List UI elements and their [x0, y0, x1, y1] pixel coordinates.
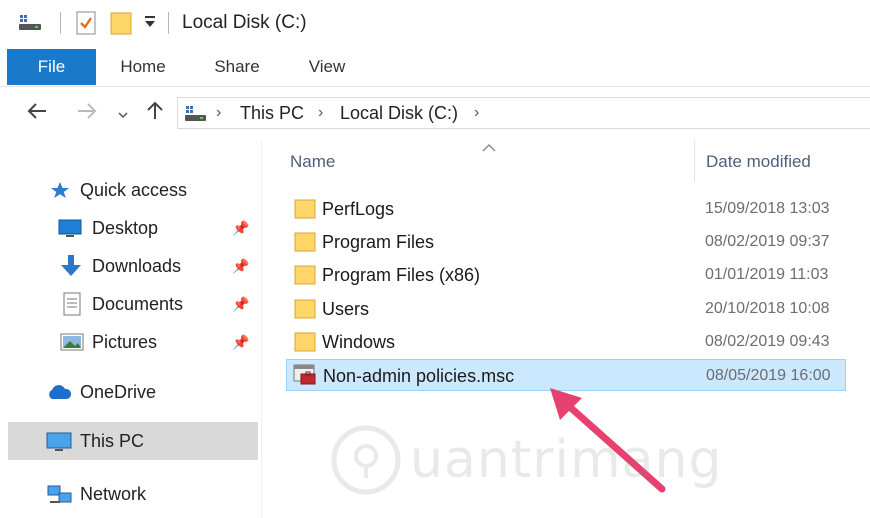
file-name: Users — [322, 299, 370, 319]
star-icon — [50, 181, 70, 204]
recent-locations-button[interactable] — [114, 100, 132, 128]
window-title: Local Disk (C:) — [182, 12, 307, 33]
pin-icon[interactable]: 📌 — [232, 296, 249, 313]
file-name: Program Files — [322, 232, 435, 252]
sidebar-item-downloads[interactable]: Downloads 📌 — [50, 248, 262, 284]
breadcrumb-this-pc[interactable]: This PC — [240, 102, 304, 124]
pictures-icon — [60, 332, 84, 357]
up-arrow-icon — [147, 101, 163, 119]
sidebar-item-label: OneDrive — [80, 382, 157, 402]
download-arrow-icon — [60, 254, 82, 283]
cloud-icon — [46, 384, 72, 405]
title-bar: Local Disk (C:) — [0, 0, 870, 46]
sidebar-item-label: Downloads — [92, 256, 182, 276]
forward-button[interactable] — [72, 100, 102, 128]
pin-icon[interactable]: 📌 — [232, 334, 249, 351]
breadcrumb-separator-icon[interactable]: › — [474, 102, 479, 124]
list-item[interactable]: Program Files (x86) 01/01/2019 11:03 — [286, 259, 846, 291]
column-divider[interactable] — [694, 140, 695, 182]
file-name: Windows — [322, 332, 396, 352]
sidebar-item-label: Desktop — [92, 218, 159, 238]
folder-icon — [294, 265, 316, 285]
msc-console-icon — [293, 364, 316, 385]
navigation-pane: Quick access Desktop 📌 Downloads 📌 Docum… — [0, 140, 262, 518]
address-bar[interactable]: › This PC › Local Disk (C:) › — [177, 97, 870, 129]
sidebar-item-documents[interactable]: Documents 📌 — [50, 286, 262, 322]
sidebar-item-label: Quick access — [80, 180, 188, 200]
file-date: 08/02/2019 09:37 — [705, 233, 830, 250]
back-arrow-icon — [27, 103, 46, 119]
ribbon-tabs: File Home Share View — [0, 49, 870, 87]
network-icon — [46, 484, 74, 511]
new-folder-icon[interactable] — [110, 11, 132, 40]
sidebar-item-label: This PC — [80, 431, 145, 451]
file-date: 01/01/2019 11:03 — [705, 266, 829, 283]
chevron-down-icon — [118, 112, 128, 119]
computer-icon — [46, 431, 72, 458]
file-name: Program Files (x86) — [322, 265, 481, 285]
breadcrumb-local-disk[interactable]: Local Disk (C:) — [340, 102, 458, 124]
file-date: 15/09/2018 13:03 — [705, 200, 830, 217]
drive-icon[interactable] — [18, 11, 44, 38]
sidebar-item-desktop[interactable]: Desktop 📌 — [50, 210, 262, 246]
folder-icon — [294, 299, 316, 319]
back-button[interactable] — [22, 100, 52, 128]
breadcrumb-separator-icon[interactable]: › — [216, 102, 221, 124]
file-name: Non-admin policies.msc — [323, 366, 515, 386]
folder-icon — [294, 332, 316, 352]
sidebar-item-this-pc[interactable]: This PC — [8, 422, 258, 460]
file-date: 08/02/2019 09:43 — [705, 333, 830, 350]
sidebar-item-network[interactable]: Network — [40, 476, 240, 512]
sidebar-item-onedrive[interactable]: OneDrive — [40, 374, 240, 410]
tab-view[interactable]: View — [292, 49, 362, 85]
desktop-icon — [58, 218, 82, 243]
watermark-logo-icon — [331, 425, 401, 495]
file-date: 20/10/2018 10:08 — [705, 300, 830, 317]
documents-icon — [62, 292, 82, 321]
column-header-date-modified[interactable]: Date modified — [706, 152, 811, 172]
properties-icon[interactable] — [76, 11, 96, 40]
sidebar-item-pictures[interactable]: Pictures 📌 — [50, 324, 262, 360]
title-separator — [168, 12, 169, 34]
list-item[interactable]: Users 20/10/2018 10:08 — [286, 293, 846, 325]
watermark-text: uantrimang — [410, 430, 723, 490]
breadcrumb-separator-icon[interactable]: › — [318, 102, 323, 124]
customize-dropdown-icon[interactable] — [144, 15, 156, 34]
forward-arrow-icon — [78, 103, 97, 119]
sidebar-item-label: Documents — [92, 294, 184, 314]
sidebar-item-quick-access[interactable]: Quick access — [40, 172, 240, 208]
drive-icon — [184, 103, 208, 128]
pin-icon[interactable]: 📌 — [232, 258, 249, 275]
watermark: uantrimang — [330, 420, 721, 500]
title-separator — [60, 12, 61, 34]
file-name: PerfLogs — [322, 199, 395, 219]
tab-file[interactable]: File — [7, 49, 96, 85]
sort-ascending-icon — [482, 140, 496, 155]
up-button[interactable] — [142, 100, 168, 128]
sidebar-item-label: Pictures — [92, 332, 158, 352]
pin-icon[interactable]: 📌 — [232, 220, 249, 237]
list-item[interactable]: Windows 08/02/2019 09:43 — [286, 326, 846, 358]
folder-icon — [294, 199, 316, 219]
folder-icon — [294, 232, 316, 252]
tab-home[interactable]: Home — [106, 49, 180, 85]
sidebar-item-label: Network — [80, 484, 147, 504]
list-item[interactable]: Program Files 08/02/2019 09:37 — [286, 226, 846, 258]
column-header-name[interactable]: Name — [290, 152, 335, 172]
file-date: 08/05/2019 16:00 — [706, 367, 831, 384]
list-item[interactable]: PerfLogs 15/09/2018 13:03 — [286, 193, 846, 225]
tab-share[interactable]: Share — [198, 49, 276, 85]
